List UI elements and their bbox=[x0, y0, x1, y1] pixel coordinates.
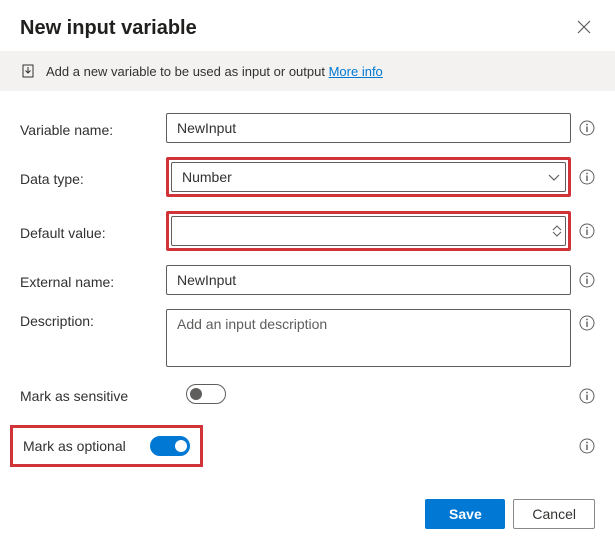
default-value-input[interactable] bbox=[171, 216, 566, 246]
info-icon[interactable] bbox=[579, 223, 595, 239]
variable-name-input[interactable] bbox=[166, 113, 571, 143]
mark-optional-label: Mark as optional bbox=[23, 438, 126, 454]
row-default-value: Default value: bbox=[20, 211, 595, 251]
close-icon bbox=[577, 22, 591, 37]
external-name-label: External name: bbox=[20, 270, 158, 290]
row-data-type: Data type: Number bbox=[20, 157, 595, 197]
download-icon bbox=[20, 63, 36, 79]
row-mark-optional: Mark as optional bbox=[20, 425, 595, 467]
row-description: Description: bbox=[20, 309, 595, 370]
banner-text: Add a new variable to be used as input o… bbox=[46, 64, 383, 79]
mark-optional-highlight: Mark as optional bbox=[10, 425, 203, 467]
info-icon[interactable] bbox=[579, 388, 595, 404]
description-label: Description: bbox=[20, 309, 158, 329]
cancel-button[interactable]: Cancel bbox=[513, 499, 595, 529]
new-input-variable-dialog: New input variable Add a new variable to… bbox=[0, 0, 615, 538]
dialog-header: New input variable bbox=[0, 0, 615, 51]
save-button[interactable]: Save bbox=[425, 499, 505, 529]
data-type-select[interactable]: Number bbox=[171, 162, 566, 192]
row-mark-sensitive: Mark as sensitive bbox=[20, 384, 595, 407]
info-icon[interactable] bbox=[579, 169, 595, 185]
row-variable-name: Variable name: bbox=[20, 113, 595, 143]
toggle-knob bbox=[175, 440, 187, 452]
close-button[interactable] bbox=[573, 16, 595, 41]
external-name-input[interactable] bbox=[166, 265, 571, 295]
row-external-name: External name: bbox=[20, 265, 595, 295]
info-icon[interactable] bbox=[579, 120, 595, 136]
info-icon[interactable] bbox=[579, 315, 595, 331]
info-icon[interactable] bbox=[579, 438, 595, 454]
description-input[interactable] bbox=[166, 309, 571, 367]
mark-sensitive-toggle[interactable] bbox=[186, 384, 226, 404]
data-type-label: Data type: bbox=[20, 167, 158, 187]
variable-name-label: Variable name: bbox=[20, 118, 158, 138]
more-info-link[interactable]: More info bbox=[329, 64, 383, 79]
toggle-knob bbox=[190, 388, 202, 400]
info-banner: Add a new variable to be used as input o… bbox=[0, 51, 615, 91]
default-value-highlight bbox=[166, 211, 571, 251]
mark-optional-toggle[interactable] bbox=[150, 436, 190, 456]
default-value-label: Default value: bbox=[20, 221, 158, 241]
mark-sensitive-label: Mark as sensitive bbox=[20, 388, 158, 404]
dialog-title: New input variable bbox=[20, 17, 197, 40]
data-type-highlight: Number bbox=[166, 157, 571, 197]
info-icon[interactable] bbox=[579, 272, 595, 288]
form-body: Variable name: Data type: Number bbox=[0, 113, 615, 485]
